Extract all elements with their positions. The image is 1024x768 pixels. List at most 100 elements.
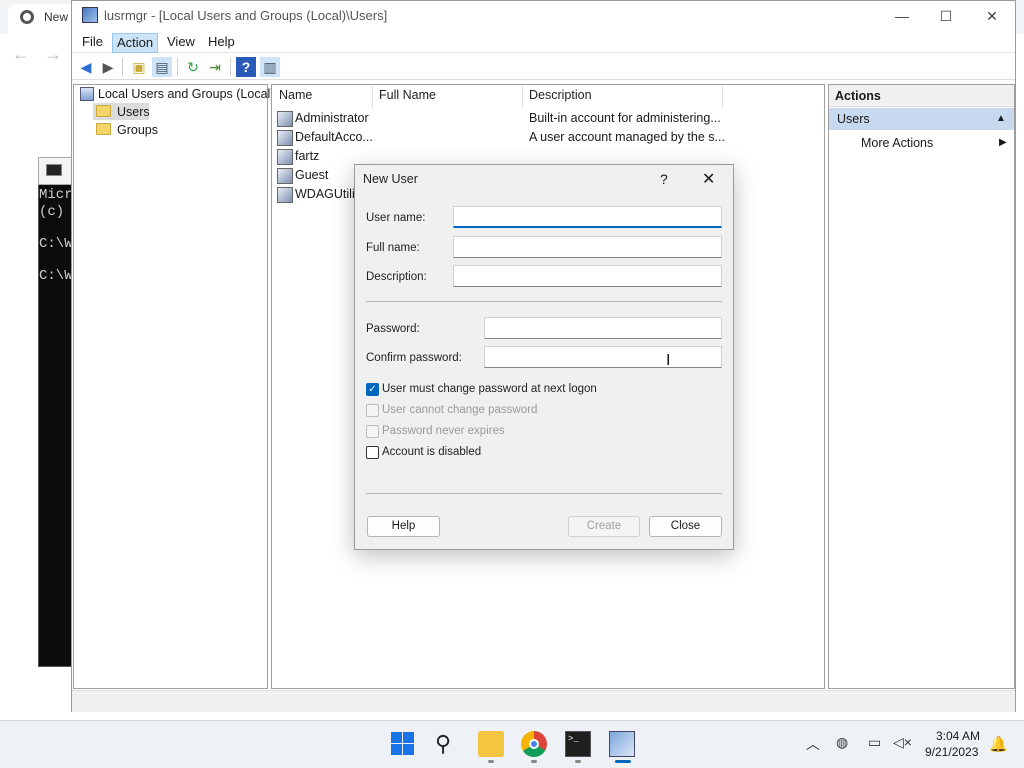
tree-item-groups[interactable]: Groups (117, 123, 158, 137)
more-actions-item[interactable]: More Actions (861, 136, 933, 150)
actions-pane (828, 84, 1015, 689)
list-item-name[interactable]: fartz (295, 149, 319, 163)
toolbar-separator (122, 58, 123, 76)
confirm-password-label: Confirm password: (366, 352, 462, 364)
file-explorer-icon[interactable] (478, 731, 504, 757)
chrome-icon (20, 10, 34, 24)
show-hide-tree-icon[interactable]: ▤ (152, 57, 172, 77)
list-item-description: A user account managed by the s... (529, 130, 725, 144)
divider (366, 493, 722, 494)
column-divider[interactable] (522, 86, 523, 108)
actions-header: Actions (829, 85, 1014, 107)
help-icon[interactable]: ? (660, 171, 668, 187)
menu-action[interactable]: Action (112, 33, 159, 53)
clock-date[interactable]: 9/21/2023 (925, 745, 978, 759)
notification-bell-icon[interactable]: 🔔 (989, 735, 1008, 753)
mmc-app-icon (82, 7, 98, 23)
description-input[interactable] (453, 265, 722, 287)
list-item-name[interactable]: DefaultAcco... (295, 130, 373, 144)
column-header-name[interactable]: Name (279, 88, 312, 102)
password-input[interactable] (484, 317, 722, 339)
search-icon[interactable]: ⚲ (435, 731, 451, 757)
password-never-expires-label[interactable]: Password never expires (382, 425, 505, 437)
cannot-change-password-checkbox[interactable] (366, 404, 379, 417)
clock-time[interactable]: 3:04 AM (936, 729, 980, 743)
divider (366, 301, 722, 302)
windows-start-icon[interactable] (390, 731, 416, 757)
export-list-icon[interactable]: ⇥ (205, 57, 225, 77)
username-label: User name: (366, 212, 426, 224)
back-arrow-icon[interactable]: ← (12, 44, 30, 65)
computer-management-icon (80, 87, 94, 101)
terminal-icon[interactable]: >_ (565, 731, 591, 757)
maximize-icon[interactable]: ☐ (924, 4, 968, 28)
fullname-label: Full name: (366, 242, 420, 254)
cmd-line: Micr (39, 187, 73, 203)
user-icon (277, 187, 293, 203)
create-button[interactable]: Create (568, 516, 640, 537)
chrome-icon-center (529, 739, 539, 749)
running-indicator (575, 760, 581, 763)
list-item-name[interactable]: Administrator (295, 111, 369, 125)
username-input[interactable] (453, 206, 722, 228)
running-indicator (531, 760, 537, 763)
account-disabled-label[interactable]: Account is disabled (382, 446, 481, 458)
network-icon[interactable]: ◍ (836, 734, 848, 751)
confirm-password-input[interactable] (484, 346, 722, 368)
active-indicator (615, 760, 631, 763)
password-label: Password: (366, 323, 420, 335)
cmd-line: C:\W (39, 268, 73, 284)
show-action-pane-icon[interactable]: ▥ (260, 57, 280, 77)
user-icon (277, 111, 293, 127)
tree-root[interactable]: Local Users and Groups (Local) (98, 87, 274, 101)
list-item-description: Built-in account for administering... (529, 111, 721, 125)
cmd-line: C:\W (39, 236, 73, 252)
volume-muted-icon[interactable]: ◁× (893, 734, 912, 751)
list-item-name[interactable]: Guest (295, 168, 328, 182)
column-header-full-name[interactable]: Full Name (379, 88, 436, 102)
chevron-right-icon: ▶ (999, 137, 1007, 148)
chevron-up-icon[interactable]: ︿ (806, 734, 820, 754)
help-icon[interactable]: ? (236, 57, 256, 77)
menu-view[interactable]: View (163, 33, 199, 53)
toolbar-separator (230, 58, 231, 76)
forward-arrow-icon[interactable]: → (44, 44, 62, 65)
close-icon[interactable]: ✕ (702, 169, 715, 189)
list-item-name[interactable]: WDAGUtilit (295, 187, 358, 201)
fullname-input[interactable] (453, 236, 722, 258)
display-icon[interactable]: ▭ (868, 734, 881, 751)
collapse-icon[interactable]: ▲ (996, 113, 1006, 124)
close-icon[interactable]: ✕ (970, 4, 1014, 28)
column-header-description[interactable]: Description (529, 88, 592, 102)
password-never-expires-checkbox[interactable] (366, 425, 379, 438)
close-button[interactable]: Close (649, 516, 722, 537)
account-disabled-checkbox[interactable] (366, 446, 379, 459)
folder-icon (96, 123, 111, 135)
toolbar-separator (177, 58, 178, 76)
cannot-change-password-label[interactable]: User cannot change password (382, 404, 537, 416)
help-button[interactable]: Help (367, 516, 440, 537)
user-icon (277, 130, 293, 146)
column-divider[interactable] (722, 86, 723, 108)
actions-section-users[interactable]: Users (829, 108, 1014, 130)
column-divider[interactable] (372, 86, 373, 108)
description-label: Description: (366, 271, 427, 283)
menu-file[interactable]: File (78, 33, 107, 53)
browser-tab-label: New (44, 10, 69, 24)
minimize-icon[interactable]: — (880, 4, 924, 28)
up-folder-icon[interactable]: ▣ (129, 57, 149, 77)
must-change-password-label[interactable]: User must change password at next logon (382, 383, 597, 395)
folder-icon (96, 105, 111, 117)
cmd-line: (c) (39, 204, 65, 220)
must-change-password-checkbox[interactable]: ✓ (366, 383, 379, 396)
refresh-icon[interactable]: ↻ (183, 57, 203, 77)
back-arrow-icon[interactable]: ◀ (76, 57, 96, 77)
forward-arrow-icon[interactable]: ▶ (98, 57, 118, 77)
user-icon (277, 168, 293, 184)
mmc-icon[interactable] (609, 731, 635, 757)
window-title: lusrmgr - [Local Users and Groups (Local… (104, 8, 388, 23)
tree-pane (73, 84, 268, 689)
user-icon (277, 149, 293, 165)
tree-item-users[interactable]: Users (117, 105, 150, 119)
menu-help[interactable]: Help (204, 33, 239, 53)
